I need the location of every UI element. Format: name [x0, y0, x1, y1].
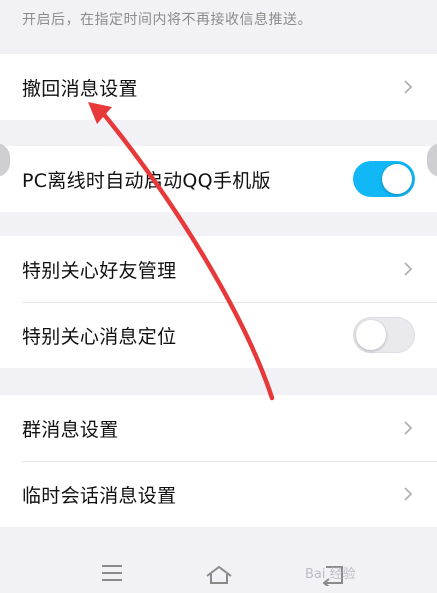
row-label: PC离线时自动启动QQ手机版 — [22, 169, 271, 192]
row-label: 特别关心好友管理 — [22, 259, 177, 282]
menu-icon[interactable] — [100, 564, 124, 582]
toggle-knob — [382, 164, 412, 194]
group-special-care: 特别关心好友管理 特别关心消息定位 — [0, 236, 437, 368]
home-icon[interactable] — [204, 564, 234, 584]
special-care-locate-toggle[interactable] — [353, 317, 415, 353]
row-group-message-settings[interactable]: 群消息设置 — [0, 395, 437, 461]
row-pc-offline-autostart: PC离线时自动启动QQ手机版 — [0, 146, 437, 212]
toggle-knob — [356, 320, 386, 350]
chevron-right-icon — [404, 421, 413, 435]
row-label: 临时会话消息设置 — [22, 484, 177, 507]
chevron-right-icon — [404, 262, 413, 276]
group-messages: 群消息设置 临时会话消息设置 — [0, 395, 437, 527]
row-label: 撤回消息设置 — [22, 77, 138, 100]
row-label: 群消息设置 — [22, 418, 119, 441]
row-label: 特别关心消息定位 — [22, 325, 177, 348]
group-recall: 撤回消息设置 — [0, 54, 437, 120]
row-special-care-friends[interactable]: 特别关心好友管理 — [0, 236, 437, 302]
chevron-right-icon — [404, 487, 413, 501]
pc-offline-toggle[interactable] — [353, 161, 415, 197]
row-recall-settings[interactable]: 撤回消息设置 — [0, 54, 437, 120]
row-temp-chat-settings[interactable]: 临时会话消息设置 — [0, 461, 437, 527]
system-nav-bar — [0, 552, 437, 593]
watermark-text: Bai 经验 — [305, 567, 356, 582]
row-special-care-locate: 特别关心消息定位 — [0, 302, 437, 368]
hint-text: 开启后，在指定时间内将不再接收信息推送。 — [22, 12, 312, 28]
group-pc-offline: PC离线时自动启动QQ手机版 — [0, 146, 437, 212]
chevron-right-icon — [404, 80, 413, 94]
